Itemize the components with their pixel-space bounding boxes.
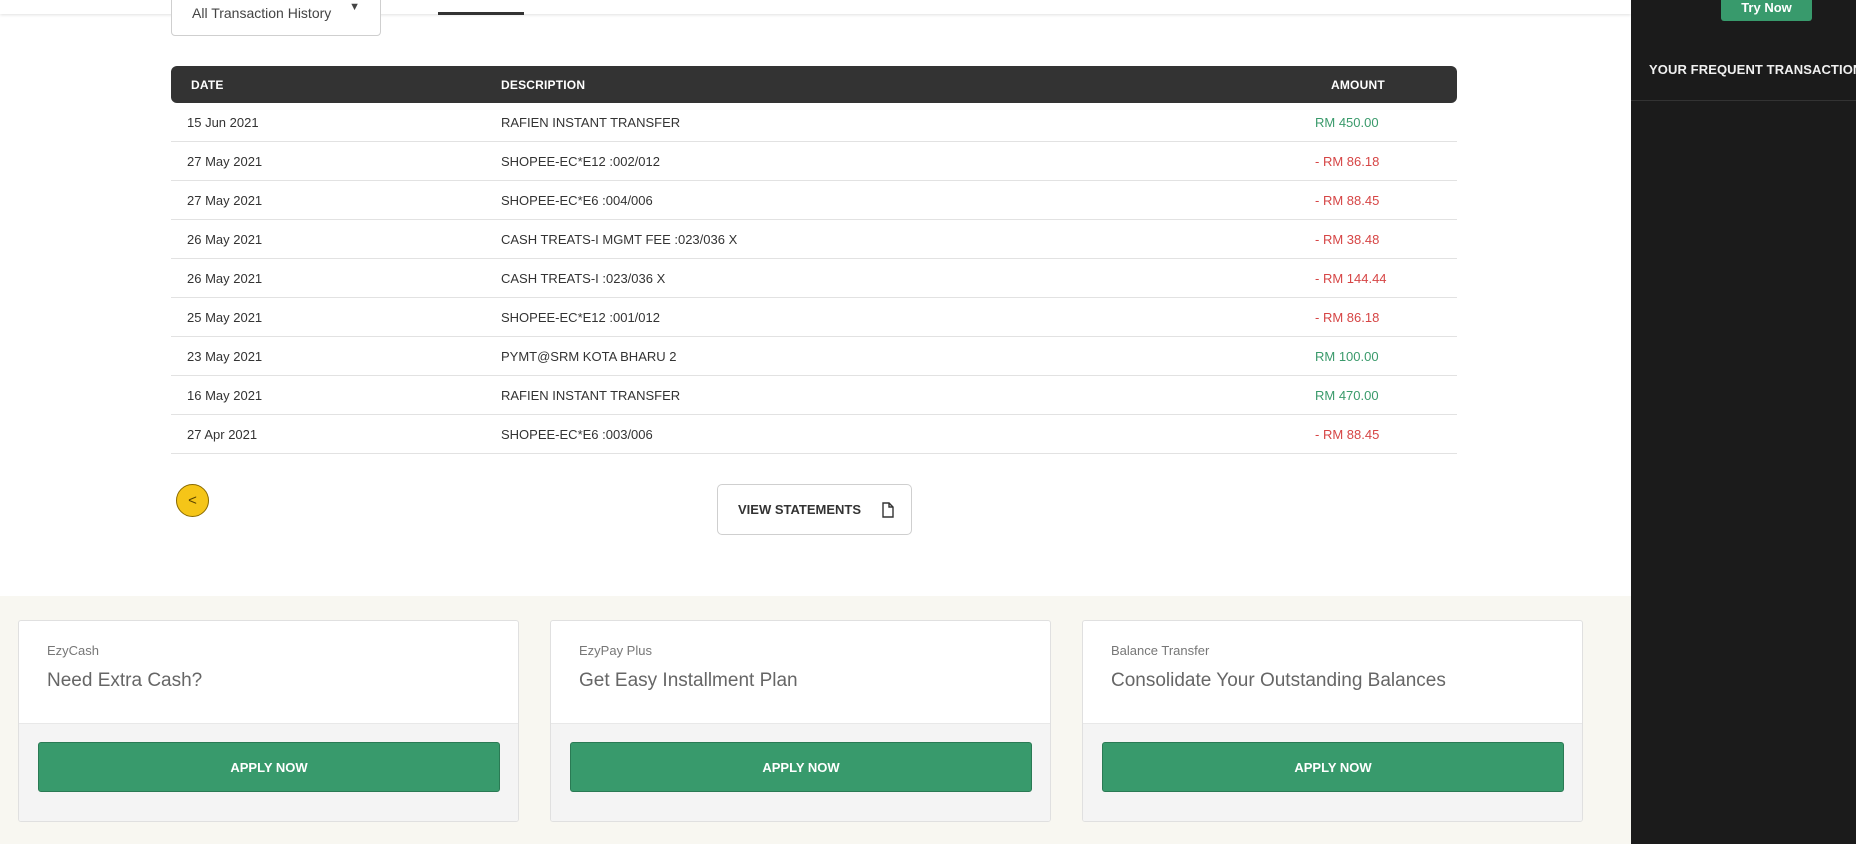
row-description: SHOPEE-EC*E12 :001/012 (501, 309, 660, 325)
row-amount: - RM 144.44 (1315, 270, 1387, 286)
promo-card-balance-transfer: Balance Transfer Consolidate Your Outsta… (1082, 620, 1583, 822)
promo-title: Need Extra Cash? (47, 670, 203, 691)
promo-title: Get Easy Installment Plan (579, 670, 798, 691)
previous-page-button[interactable]: < (176, 484, 209, 517)
row-date: 27 Apr 2021 (187, 426, 258, 442)
row-date: 25 May 2021 (187, 309, 263, 325)
apply-now-button[interactable]: APPLY NOW (38, 742, 500, 792)
table-body: 15 Jun 2021 RAFIEN INSTANT TRANSFER RM 450… (171, 103, 1457, 454)
row-amount: - RM 88.45 (1315, 426, 1380, 442)
row-amount: - RM 86.18 (1315, 309, 1380, 325)
row-description: RAFIEN INSTANT TRANSFER (501, 387, 681, 403)
row-date: 27 May 2021 (187, 192, 263, 208)
transaction-table: DATE DESCRIPTION AMOUNT 15 Jun 2021 RAFIE… (171, 66, 1457, 454)
table-row: 15 Jun 2021 RAFIEN INSTANT TRANSFER RM 450… (171, 103, 1457, 142)
row-description: CASH TREATS-I MGMT FEE :023/036 X (501, 231, 738, 247)
sidebar-divider (1631, 100, 1856, 101)
row-description: SHOPEE-EC*E6 :003/006 (501, 426, 653, 442)
table-row: 26 May 2021 CASH TREATS-I :023/036 X - RM … (171, 259, 1457, 298)
promo-kicker: EzyCash (47, 643, 100, 658)
apply-now-button[interactable]: APPLY NOW (570, 742, 1032, 792)
table-header: DATE DESCRIPTION AMOUNT (171, 66, 1457, 103)
transaction-filter-select[interactable]: All Transaction History ▼ (171, 0, 381, 36)
chevron-left-icon: < (188, 492, 197, 509)
row-amount: RM 450.00 (1315, 114, 1379, 130)
promo-card-ezycash: EzyCash Need Extra Cash? APPLY NOW (18, 620, 519, 822)
apply-now-button[interactable]: APPLY NOW (1102, 742, 1564, 792)
header-date: DATE (191, 77, 224, 92)
promo-kicker: Balance Transfer (1111, 643, 1210, 658)
row-description: RAFIEN INSTANT TRANSFER (501, 114, 681, 130)
row-date: 23 May 2021 (187, 348, 263, 364)
right-sidebar: Try Now YOUR FREQUENT TRANSACTIONS (1631, 0, 1856, 844)
row-description: CASH TREATS-I :023/036 X (501, 270, 666, 286)
row-amount: RM 100.00 (1315, 348, 1379, 364)
row-date: 15 Jun 2021 (187, 114, 259, 130)
row-date: 26 May 2021 (187, 231, 263, 247)
table-row: 23 May 2021 PYMT@SRM KOTA BHARU 2 RM 100.0… (171, 337, 1457, 376)
active-tab-indicator (438, 12, 524, 15)
promo-kicker: EzyPay Plus (579, 643, 652, 658)
view-statements-label: VIEW STATEMENTS (738, 502, 862, 517)
row-description: PYMT@SRM KOTA BHARU 2 (501, 348, 677, 364)
table-row: 26 May 2021 CASH TREATS-I MGMT FEE :023/0… (171, 220, 1457, 259)
frequent-transactions-heading: YOUR FREQUENT TRANSACTIONS (1649, 62, 1856, 77)
view-statements-button[interactable]: VIEW STATEMENTS (717, 484, 912, 535)
table-row: 27 May 2021 SHOPEE-EC*E6 :004/006 - RM 88.… (171, 181, 1457, 220)
try-now-button[interactable]: Try Now (1721, 0, 1812, 21)
row-description: SHOPEE-EC*E6 :004/006 (501, 192, 653, 208)
header-description: DESCRIPTION (501, 77, 586, 92)
chevron-down-icon: ▼ (349, 1, 360, 13)
promo-card-ezypay-plus: EzyPay Plus Get Easy Installment Plan AP… (550, 620, 1051, 822)
row-date: 27 May 2021 (187, 153, 263, 169)
table-row: 25 May 2021 SHOPEE-EC*E12 :001/012 - RM 86… (171, 298, 1457, 337)
row-amount: - RM 38.48 (1315, 231, 1380, 247)
row-date: 16 May 2021 (187, 387, 263, 403)
row-date: 26 May 2021 (187, 270, 263, 286)
row-amount: RM 470.00 (1315, 387, 1379, 403)
row-amount: - RM 88.45 (1315, 192, 1380, 208)
row-amount: - RM 86.18 (1315, 153, 1380, 169)
row-description: SHOPEE-EC*E12 :002/012 (501, 153, 660, 169)
main-content: All Transaction History ▼ DATE DESCRIPTI… (0, 0, 1631, 844)
transaction-filter-value: All Transaction History (192, 5, 332, 21)
promo-title: Consolidate Your Outstanding Balances (1111, 670, 1446, 691)
table-row: 27 May 2021 SHOPEE-EC*E12 :002/012 - RM 86… (171, 142, 1457, 181)
document-icon (881, 501, 895, 518)
table-row: 27 Apr 2021 SHOPEE-EC*E6 :003/006 - RM 88.… (171, 415, 1457, 454)
header-amount: AMOUNT (1331, 77, 1385, 92)
table-row: 16 May 2021 RAFIEN INSTANT TRANSFER RM 470… (171, 376, 1457, 415)
